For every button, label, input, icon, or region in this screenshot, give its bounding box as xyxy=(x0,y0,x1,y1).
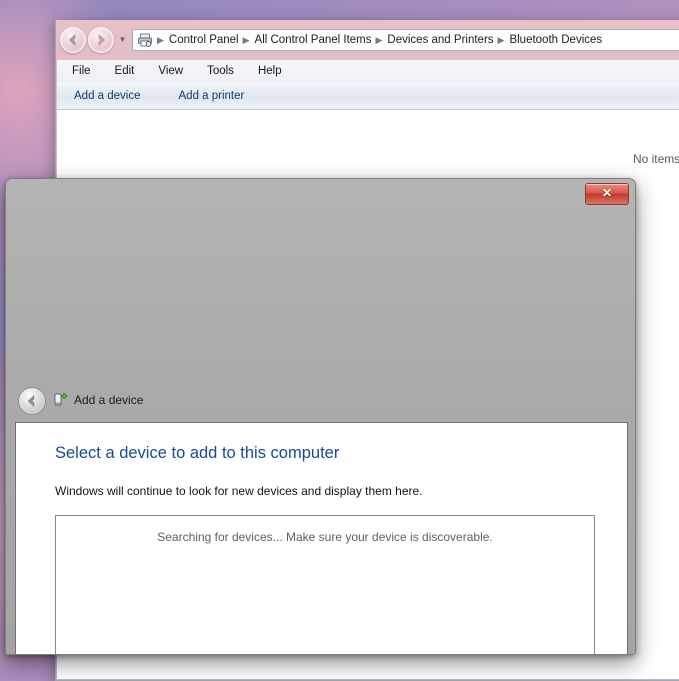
explorer-menu-bar: File Edit View Tools Help xyxy=(57,60,679,82)
add-a-printer-button[interactable]: Add a printer xyxy=(174,87,250,105)
breadcrumb-item-all-control-panel-items[interactable]: All Control Panel Items xyxy=(253,34,374,46)
menu-item-view[interactable]: View xyxy=(155,63,186,79)
breadcrumb-item-devices-and-printers[interactable]: Devices and Printers xyxy=(385,34,495,46)
breadcrumb-item-bluetooth-devices[interactable]: Bluetooth Devices xyxy=(507,34,604,46)
address-bar[interactable]: ▶ Control Panel ▶ All Control Panel Item… xyxy=(132,29,679,51)
close-icon[interactable]: ✕ xyxy=(585,183,629,205)
forward-arrow-icon xyxy=(98,34,106,46)
menu-item-help[interactable]: Help xyxy=(255,63,285,79)
breadcrumb-separator: ▶ xyxy=(242,35,250,45)
breadcrumb-separator: ▶ xyxy=(497,35,505,45)
add-device-icon xyxy=(54,393,68,406)
empty-state-message: No items match your xyxy=(632,152,679,166)
menu-item-tools[interactable]: Tools xyxy=(204,63,237,79)
dialog-heading: Select a device to add to this computer xyxy=(55,444,340,462)
add-a-device-button[interactable]: Add a device xyxy=(69,87,146,105)
dialog-back-button[interactable] xyxy=(18,387,46,415)
menu-item-edit[interactable]: Edit xyxy=(112,63,138,79)
forward-button[interactable] xyxy=(88,27,114,53)
add-a-device-dialog: ✕ Add a device Select a device to add to… xyxy=(5,178,636,655)
explorer-navigation-bar: ▼ ▶ Control Panel ▶ All Control Panel It… xyxy=(56,20,679,60)
dialog-body: Select a device to add to this computer … xyxy=(15,422,628,654)
device-list-box[interactable]: Searching for devices... Make sure your … xyxy=(55,515,595,654)
back-button[interactable] xyxy=(60,27,86,53)
menu-item-file[interactable]: File xyxy=(69,63,94,79)
breadcrumb-item-control-panel[interactable]: Control Panel xyxy=(167,34,241,46)
breadcrumb-separator: ▶ xyxy=(375,35,383,45)
dialog-title-bar[interactable]: ✕ xyxy=(6,179,635,229)
breadcrumb-separator: ▶ xyxy=(157,35,164,45)
dialog-subtext: Windows will continue to look for new de… xyxy=(55,484,423,498)
dialog-title: Add a device xyxy=(74,393,144,407)
searching-status-text: Searching for devices... Make sure your … xyxy=(157,530,493,544)
printer-icon xyxy=(138,33,152,47)
back-arrow-icon xyxy=(68,34,76,46)
explorer-toolbar: Add a device Add a printer xyxy=(57,82,679,110)
dialog-title-group: Add a device xyxy=(52,392,143,408)
chevron-down-icon[interactable]: ▼ xyxy=(116,28,129,52)
back-arrow-icon xyxy=(27,395,35,407)
